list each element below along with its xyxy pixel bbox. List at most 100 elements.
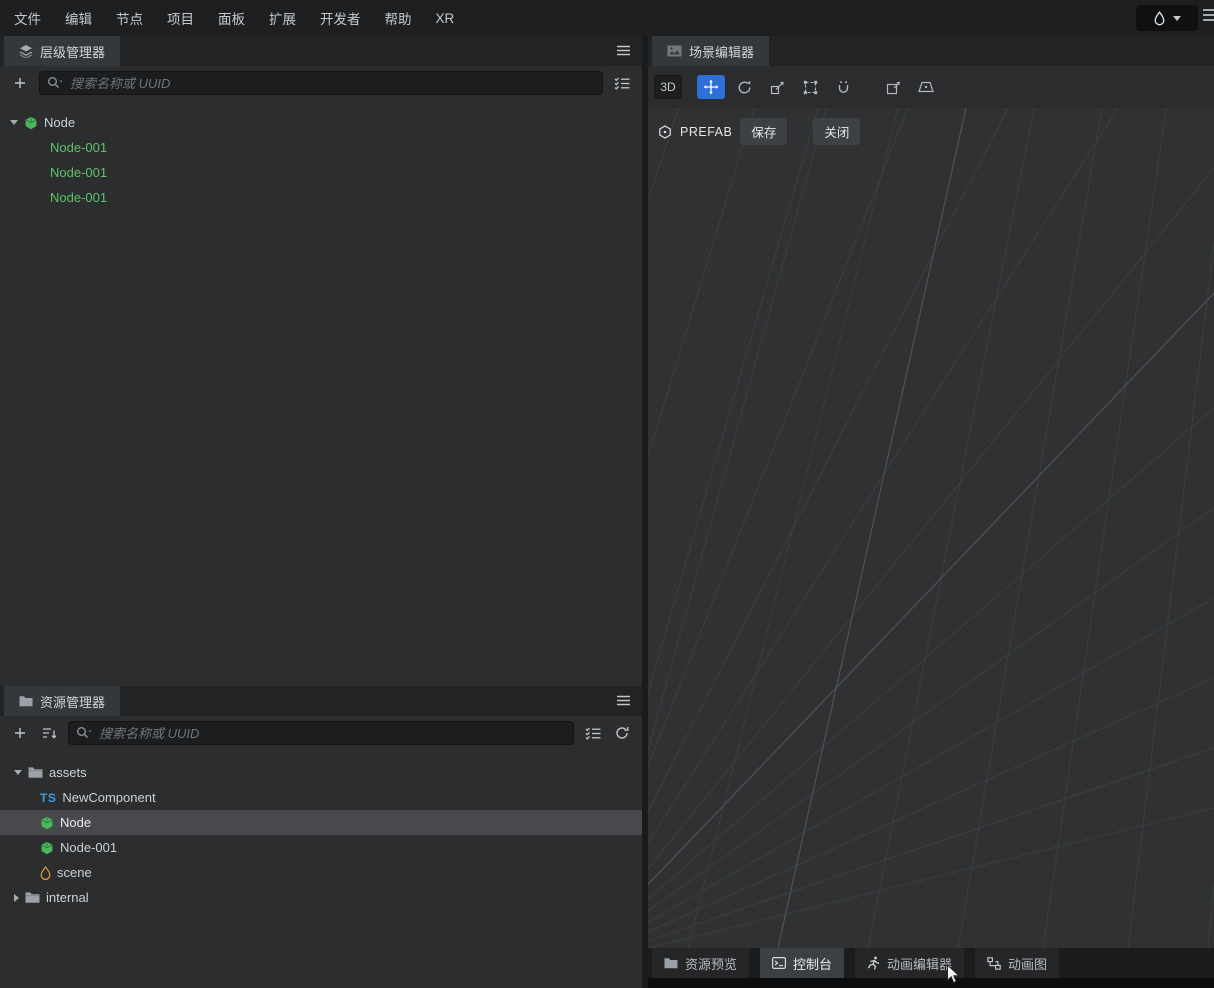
menu-item-panel[interactable]: 面板 xyxy=(218,8,245,28)
preview-icon xyxy=(664,957,678,969)
hierarchy-tree: Node Node-001 Node-001 Node-001 xyxy=(0,100,642,210)
prefab-close-button[interactable]: 关闭 xyxy=(813,118,861,145)
device-selector-dropdown[interactable] xyxy=(1136,5,1198,31)
asset-row-internal[interactable]: internal xyxy=(0,885,642,910)
layers-icon xyxy=(19,44,33,58)
rotate-tool-button[interactable] xyxy=(730,75,758,99)
tab-label: 动画图 xyxy=(1008,956,1048,972)
scene-panel-header: 场景编辑器 xyxy=(648,36,1214,66)
assets-search-row xyxy=(0,716,642,750)
menu-item-xr[interactable]: XR xyxy=(436,11,455,26)
hierarchy-node-row[interactable]: Node-001 xyxy=(0,185,642,210)
bottom-strip xyxy=(648,978,1214,988)
asset-label: Node xyxy=(60,815,92,830)
tab-assets[interactable]: 资源管理器 xyxy=(4,686,121,716)
node-label: Node-001 xyxy=(50,190,108,205)
asset-row-assets[interactable]: assets xyxy=(0,760,642,785)
rect-tool-button[interactable] xyxy=(796,75,824,99)
node-label: Node xyxy=(44,115,76,130)
add-asset-button[interactable] xyxy=(10,723,30,743)
node-label: Node-001 xyxy=(50,140,108,155)
move-icon xyxy=(703,79,719,95)
prefab-icon xyxy=(658,124,672,139)
region-tool-button[interactable] xyxy=(912,75,940,99)
scene-viewport[interactable]: PREFAB 保存 关闭 xyxy=(648,108,1214,948)
viewport-grid xyxy=(648,108,1214,948)
chevron-down-icon[interactable] xyxy=(14,770,22,775)
asset-row-node-001[interactable]: Node-001 xyxy=(0,835,642,860)
menu-item-project[interactable]: 项目 xyxy=(167,8,194,28)
typescript-icon: TS xyxy=(40,790,57,805)
menu-item-file[interactable]: 文件 xyxy=(14,8,41,28)
gizmo-pivot-button[interactable] xyxy=(829,75,857,99)
chevron-down-icon[interactable] xyxy=(10,120,18,125)
asset-row-node[interactable]: Node xyxy=(0,810,642,835)
tab-hierarchy[interactable]: 层级管理器 xyxy=(4,36,121,66)
prefab-bar: PREFAB 保存 关闭 xyxy=(658,118,861,145)
asset-label: assets xyxy=(49,765,87,780)
scale-tool-button[interactable] xyxy=(763,75,791,99)
hierarchy-node-row[interactable]: Node-001 xyxy=(0,135,642,160)
node-icon xyxy=(24,116,38,130)
assets-search-input[interactable] xyxy=(68,721,574,745)
tab-console[interactable]: 控制台 xyxy=(760,948,845,978)
animation-icon xyxy=(867,956,880,970)
assets-searchbox xyxy=(68,721,574,745)
scene-toolbar: 3D xyxy=(648,66,1214,108)
prefab-icon xyxy=(40,841,54,855)
assets-menu-button[interactable] xyxy=(617,695,630,706)
tab-animation-graph[interactable]: 动画图 xyxy=(975,948,1060,978)
hierarchy-node-row[interactable]: Node-001 xyxy=(0,160,642,185)
asset-row-newcomponent[interactable]: TS NewComponent xyxy=(0,785,642,810)
snap-tool-button[interactable] xyxy=(879,75,907,99)
hierarchy-panel-header: 层级管理器 xyxy=(0,36,642,66)
prefab-label: PREFAB xyxy=(680,124,733,139)
menu-item-extension[interactable]: 扩展 xyxy=(269,8,296,28)
sort-icon[interactable] xyxy=(39,723,59,743)
assets-panel-header: 资源管理器 xyxy=(0,686,642,716)
search-icon xyxy=(76,726,92,739)
menu-bar: 文件 编辑 节点 项目 面板 扩展 开发者 帮助 XR xyxy=(0,0,1214,36)
rect-transform-icon xyxy=(803,80,818,95)
node-label: Node-001 xyxy=(50,165,108,180)
menu-item-edit[interactable]: 编辑 xyxy=(65,8,92,28)
edge-menu-icon[interactable] xyxy=(1203,8,1214,28)
hierarchy-search-input[interactable] xyxy=(39,71,603,95)
refresh-icon[interactable] xyxy=(612,723,632,743)
folder-icon xyxy=(28,766,43,779)
rotate-icon xyxy=(737,80,752,95)
prefab-icon xyxy=(40,816,54,830)
left-panel: 层级管理器 搜索名称或 UUID Node Node-001 Node-001 … xyxy=(0,36,642,988)
hierarchy-root-row[interactable]: Node xyxy=(0,110,642,135)
tab-label: 资源预览 xyxy=(685,956,738,972)
add-node-button[interactable] xyxy=(10,73,30,93)
hierarchy-menu-button[interactable] xyxy=(617,45,630,56)
tab-asset-preview[interactable]: 资源预览 xyxy=(652,948,750,978)
chevron-right-icon[interactable] xyxy=(14,893,19,902)
tab-label: 动画编辑器 xyxy=(887,956,953,972)
image-icon xyxy=(667,45,682,57)
asset-label: Node-001 xyxy=(60,840,118,855)
scene-icon xyxy=(40,865,51,880)
mode-3d-button[interactable]: 3D xyxy=(654,75,682,99)
prefab-save-button[interactable]: 保存 xyxy=(740,118,788,145)
asset-label: scene xyxy=(57,865,92,880)
bottom-tab-bar: 资源预览 控制台 动画编辑器 动画图 xyxy=(648,948,1214,978)
hierarchy-tab-label: 层级管理器 xyxy=(40,44,106,60)
scene-tab-label: 场景编辑器 xyxy=(689,44,755,60)
assets-tree: assets TS NewComponent Node Node-001 sce… xyxy=(0,750,642,910)
hierarchy-searchbox xyxy=(39,71,603,95)
menu-item-developer[interactable]: 开发者 xyxy=(320,8,361,28)
tab-label: 控制台 xyxy=(793,956,833,972)
menu-item-node[interactable]: 节点 xyxy=(116,8,143,28)
menu-item-help[interactable]: 帮助 xyxy=(385,8,412,28)
assets-filter-icon[interactable] xyxy=(583,723,603,743)
tab-scene-editor[interactable]: 场景编辑器 xyxy=(652,36,770,66)
hierarchy-filter-icon[interactable] xyxy=(612,73,632,93)
assets-tab-label: 资源管理器 xyxy=(40,694,106,710)
snap-icon xyxy=(886,80,901,95)
asset-row-scene[interactable]: scene xyxy=(0,860,642,885)
move-tool-button[interactable] xyxy=(697,75,725,99)
mouse-cursor xyxy=(946,964,961,985)
folder-icon xyxy=(25,891,40,904)
